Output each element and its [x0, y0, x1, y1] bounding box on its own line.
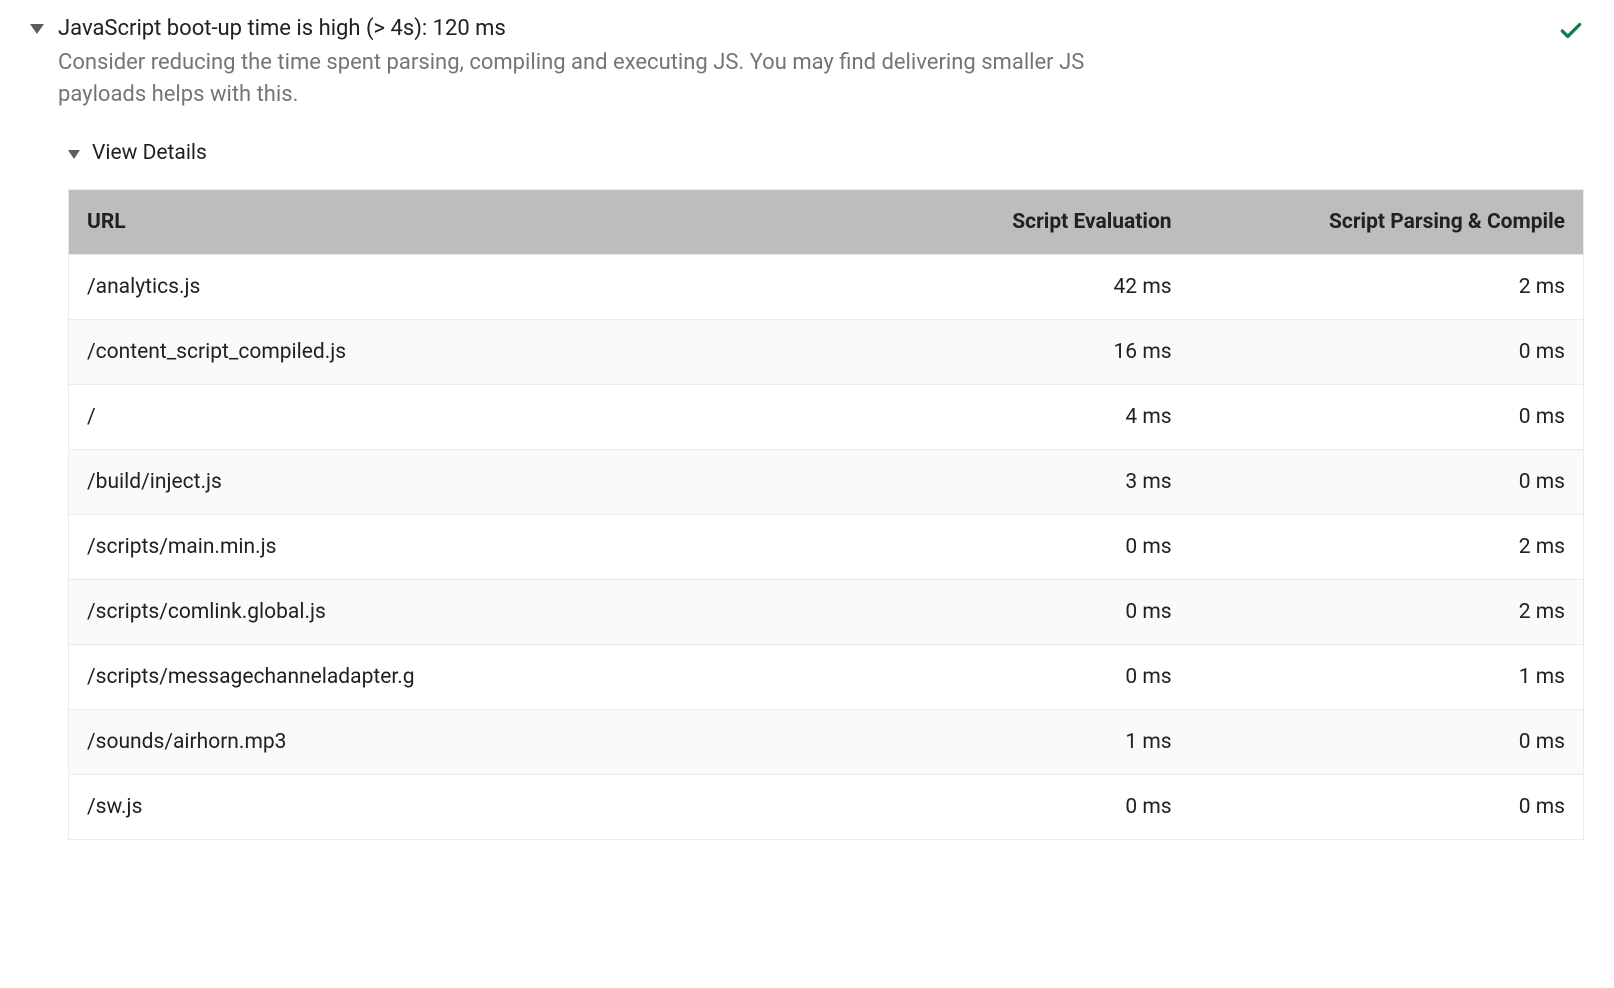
cell-parse: 2 ms [1190, 254, 1584, 319]
cell-eval: 0 ms [796, 644, 1190, 709]
script-table: URL Script Evaluation Script Parsing & C… [68, 189, 1584, 840]
chevron-down-icon [68, 150, 80, 159]
cell-parse: 2 ms [1190, 514, 1584, 579]
cell-parse: 0 ms [1190, 384, 1584, 449]
table-header-row: URL Script Evaluation Script Parsing & C… [69, 189, 1584, 254]
table-row: /scripts/main.min.js0 ms2 ms [69, 514, 1584, 579]
script-table-container: URL Script Evaluation Script Parsing & C… [68, 189, 1584, 840]
cell-url: /content_script_compiled.js [69, 319, 796, 384]
table-row: /scripts/comlink.global.js0 ms2 ms [69, 579, 1584, 644]
cell-parse: 0 ms [1190, 319, 1584, 384]
cell-eval: 0 ms [796, 579, 1190, 644]
details-section: View Details URL Script Evaluation Scrip… [68, 141, 1584, 840]
view-details-toggle[interactable]: View Details [68, 141, 1584, 165]
cell-url: /sw.js [69, 774, 796, 839]
table-row: /4 ms0 ms [69, 384, 1584, 449]
cell-url: /scripts/comlink.global.js [69, 579, 796, 644]
table-body: /analytics.js42 ms2 ms/content_script_co… [69, 254, 1584, 839]
cell-eval: 1 ms [796, 709, 1190, 774]
table-row: /scripts/messagechanneladapter.g0 ms1 ms [69, 644, 1584, 709]
cell-eval: 0 ms [796, 514, 1190, 579]
column-header-parse: Script Parsing & Compile [1190, 189, 1584, 254]
cell-url: /analytics.js [69, 254, 796, 319]
table-row: /sounds/airhorn.mp31 ms0 ms [69, 709, 1584, 774]
view-details-label: View Details [92, 141, 207, 165]
table-row: /sw.js0 ms0 ms [69, 774, 1584, 839]
table-row: /analytics.js42 ms2 ms [69, 254, 1584, 319]
cell-parse: 0 ms [1190, 774, 1584, 839]
cell-eval: 0 ms [796, 774, 1190, 839]
column-header-eval: Script Evaluation [796, 189, 1190, 254]
collapse-toggle-icon[interactable] [30, 24, 44, 34]
column-header-url: URL [69, 189, 796, 254]
cell-eval: 4 ms [796, 384, 1190, 449]
audit-header-content: JavaScript boot-up time is high (> 4s): … [58, 14, 1544, 111]
cell-eval: 3 ms [796, 449, 1190, 514]
cell-eval: 16 ms [796, 319, 1190, 384]
cell-parse: 1 ms [1190, 644, 1584, 709]
cell-parse: 2 ms [1190, 579, 1584, 644]
cell-url: /scripts/main.min.js [69, 514, 796, 579]
checkmark-icon [1558, 18, 1584, 50]
cell-eval: 42 ms [796, 254, 1190, 319]
table-row: /content_script_compiled.js16 ms0 ms [69, 319, 1584, 384]
cell-url: / [69, 384, 796, 449]
cell-parse: 0 ms [1190, 709, 1584, 774]
table-row: /build/inject.js3 ms0 ms [69, 449, 1584, 514]
audit-title: JavaScript boot-up time is high (> 4s): … [58, 14, 1544, 45]
audit-description: Consider reducing the time spent parsing… [58, 47, 1118, 111]
cell-url: /scripts/messagechanneladapter.g [69, 644, 796, 709]
cell-url: /build/inject.js [69, 449, 796, 514]
cell-url: /sounds/airhorn.mp3 [69, 709, 796, 774]
audit-header: JavaScript boot-up time is high (> 4s): … [30, 14, 1584, 111]
cell-parse: 0 ms [1190, 449, 1584, 514]
